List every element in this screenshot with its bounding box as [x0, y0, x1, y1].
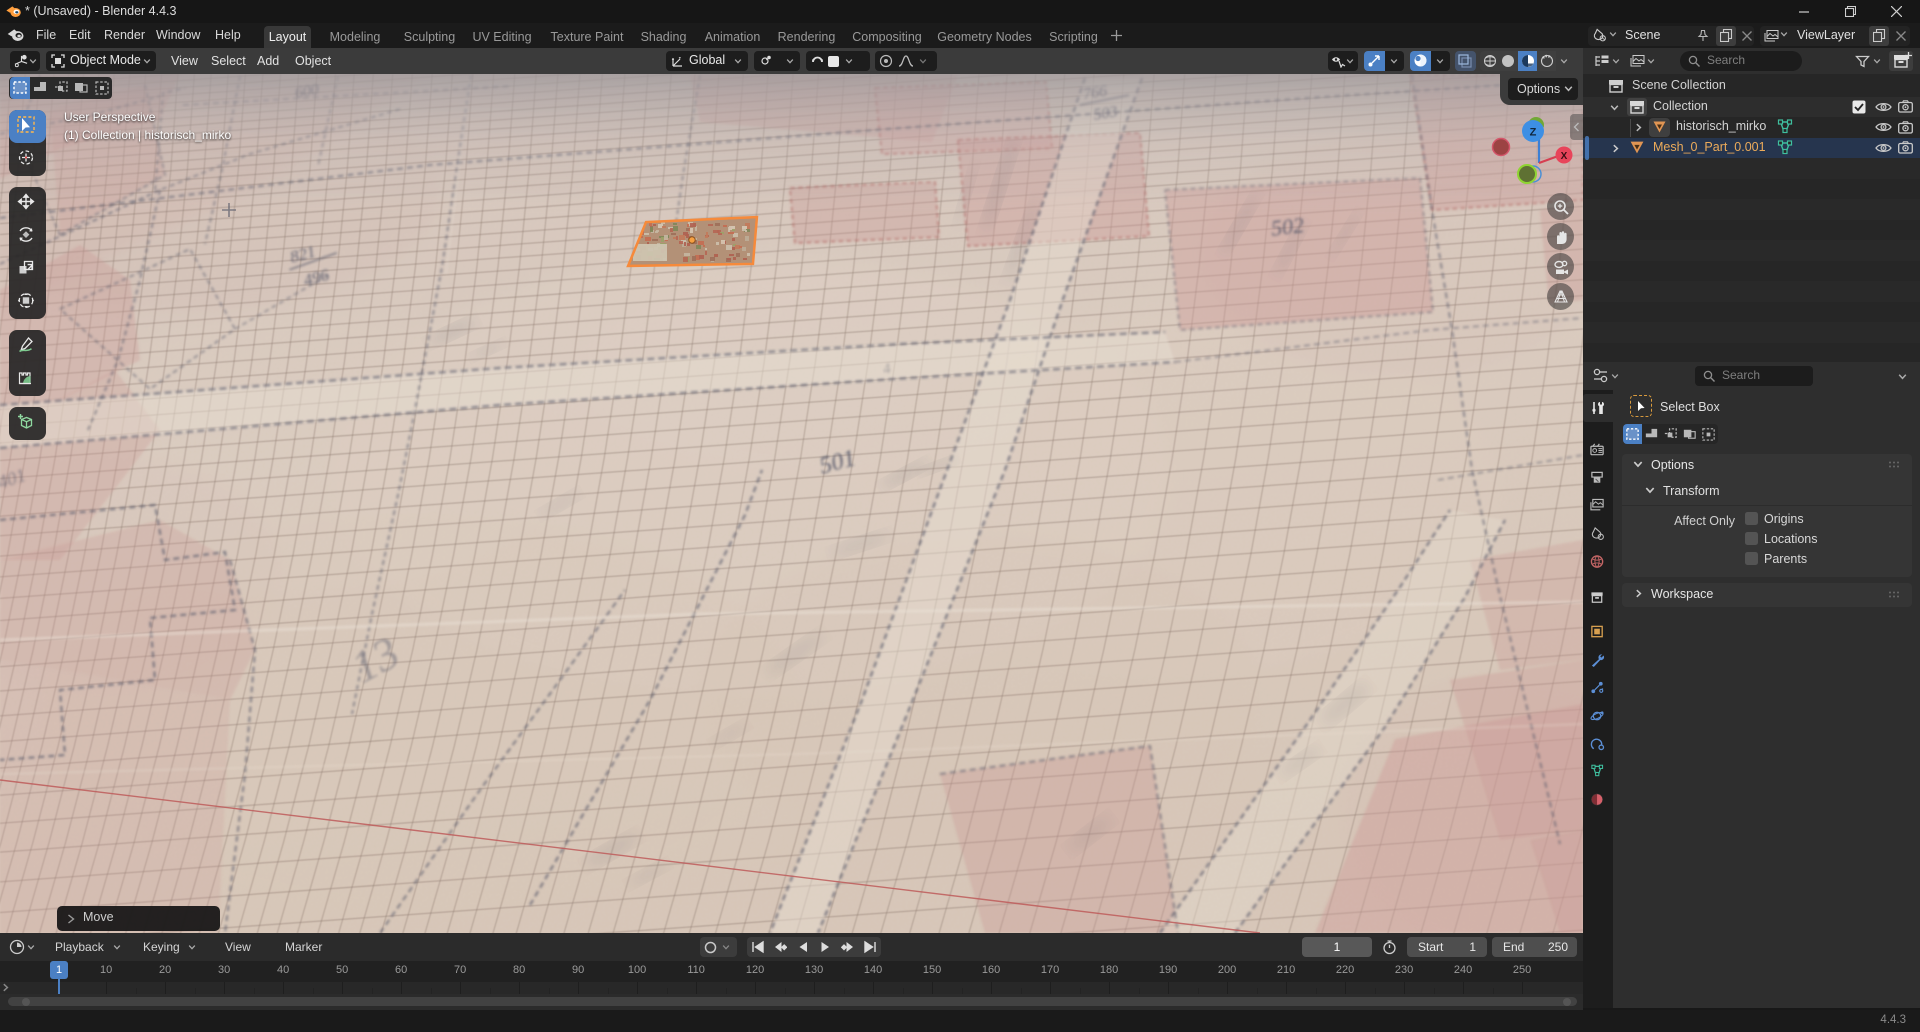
svg-text:Z: Z: [1530, 127, 1537, 139]
svg-text:X: X: [1561, 151, 1568, 162]
